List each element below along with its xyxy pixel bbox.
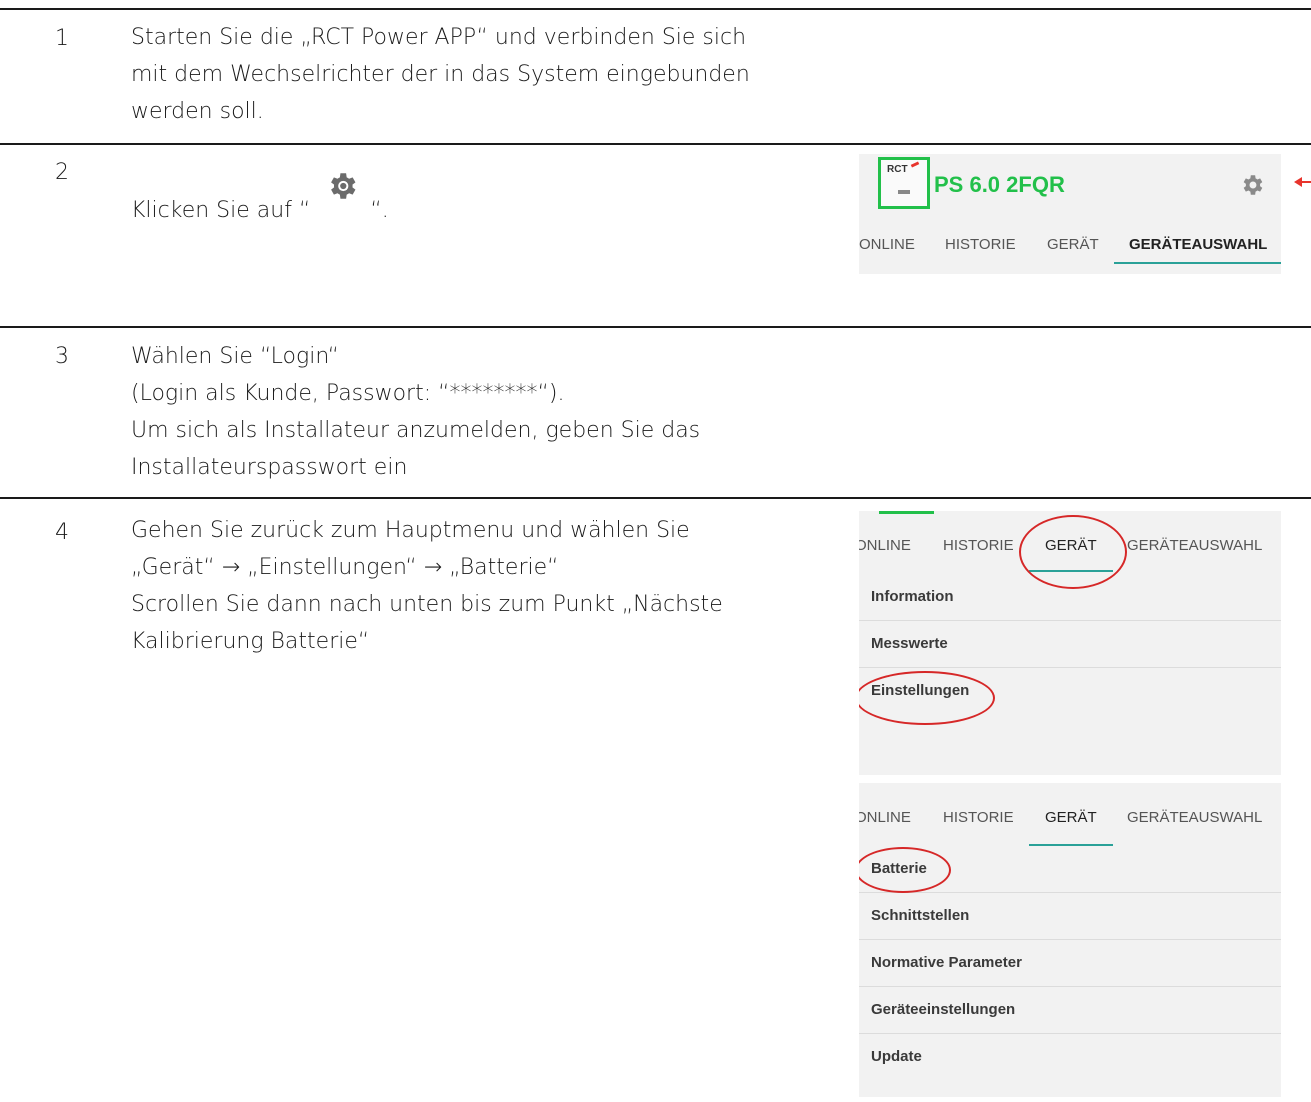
step-1-line: mit dem Wechselrichter der in das System… (131, 62, 750, 87)
rct-logo-accent (910, 161, 920, 168)
batterie-highlight-ellipse (859, 847, 951, 893)
rct-logo-device (898, 190, 910, 194)
step-2-number: 2 (55, 160, 69, 185)
step-4-line: Kalibrierung Batterie“ (131, 629, 370, 654)
header-tabs: ONLINE HISTORIE GERÄT GERÄTEAUSWAHL (859, 224, 1281, 264)
menu-item-label: Normative Parameter (871, 954, 1022, 971)
tab-geraeteauswahl[interactable]: GERÄTEAUSWAHL (1127, 537, 1262, 554)
menu-item-update[interactable]: Update (859, 1034, 1281, 1080)
device-name: PS 6.0 2FQR (934, 172, 1065, 197)
step-1-number: 1 (55, 26, 69, 51)
menu-item-label: Update (871, 1048, 922, 1065)
settings-menu-screenshot: ONLINE HISTORIE GERÄT GERÄTEAUSWAHL Batt… (859, 783, 1281, 1097)
tab-geraeteauswahl[interactable]: GERÄTEAUSWAHL (1127, 809, 1262, 826)
settings-tabs: ONLINE HISTORIE GERÄT GERÄTEAUSWAHL (859, 797, 1281, 846)
step-3-line: Wählen Sie “Login“ (131, 344, 340, 369)
menu-item-information[interactable]: Information (859, 574, 1281, 621)
menu-item-schnittstellen[interactable]: Schnittstellen (859, 893, 1281, 940)
row-divider-2-3 (0, 326, 1311, 328)
table-top-rule (0, 8, 1311, 10)
menu-item-geraeteeinstellungen[interactable]: Geräteeinstellungen (859, 987, 1281, 1034)
row-divider-1-2 (0, 143, 1311, 145)
menu-item-label: Messwerte (871, 635, 948, 652)
tab-online[interactable]: ONLINE (859, 809, 911, 826)
step-3-text: Wählen Sie “Login“ (Login als Kunde, Pas… (131, 338, 700, 486)
menu-item-label: Geräteeinstellungen (871, 1001, 1016, 1018)
step-1-line: werden soll. (131, 99, 264, 124)
tab-geraet[interactable]: GERÄT (1045, 809, 1097, 826)
device-menu-screenshot: ONLINE HISTORIE GERÄT GERÄTEAUSWAHL Info… (859, 511, 1281, 775)
step-1-text: Starten Sie die „RCT Power APP“ und verb… (131, 19, 750, 130)
app-header-screenshot: RCT PS 6.0 2FQR ONLINE HISTORIE GERÄT GE… (859, 154, 1281, 274)
menu-item-label: Information (871, 588, 954, 605)
settings-gear-icon[interactable] (1239, 172, 1265, 202)
tab-historie[interactable]: HISTORIE (943, 537, 1014, 554)
step-3-line: (Login als Kunde, Passwort: “********“). (131, 381, 565, 406)
red-arrow-head (1294, 177, 1302, 187)
step-4-number: 4 (55, 520, 69, 545)
menu-item-normative-parameter[interactable]: Normative Parameter (859, 940, 1281, 987)
einstellungen-highlight-ellipse (859, 671, 995, 725)
active-tab-indicator (1114, 262, 1281, 264)
step-4-text: Gehen Sie zurück zum Hauptmenu und wähle… (131, 512, 723, 660)
step-1-line: Starten Sie die „RCT Power APP“ und verb… (131, 25, 747, 50)
step-4-line: Scrollen Sie dann nach unten bis zum Pun… (131, 592, 723, 617)
green-accent-strip (879, 511, 934, 514)
step-2-text-before: Klicken Sie auf “ (131, 198, 311, 223)
menu-item-label: Schnittstellen (871, 907, 970, 924)
step-3-line: Um sich als Installateur anzumelden, geb… (131, 418, 701, 443)
row-divider-3-4 (0, 497, 1311, 499)
step-4-line: „Gerät“ → „Einstellungen“ → „Batterie“ (131, 555, 559, 580)
step-2-text: Klicken Sie auf “ “. (131, 173, 389, 229)
gear-icon (325, 169, 359, 215)
step-2-text-after: “. (370, 198, 389, 223)
step-3-number: 3 (55, 344, 69, 369)
tab-historie[interactable]: HISTORIE (943, 809, 1014, 826)
tab-geraeteauswahl[interactable]: GERÄTEAUSWAHL (1129, 236, 1267, 253)
tab-online[interactable]: ONLINE (859, 236, 915, 253)
menu-item-messwerte[interactable]: Messwerte (859, 621, 1281, 668)
tab-geraet[interactable]: GERÄT (1047, 236, 1099, 253)
rct-logo-text: RCT (887, 164, 908, 175)
tab-historie[interactable]: HISTORIE (945, 236, 1016, 253)
tab-online[interactable]: ONLINE (859, 537, 911, 554)
step-4-line: Gehen Sie zurück zum Hauptmenu und wähle… (131, 518, 690, 543)
rct-logo: RCT (878, 157, 930, 209)
step-3-line: Installateurspasswort ein (131, 455, 408, 480)
